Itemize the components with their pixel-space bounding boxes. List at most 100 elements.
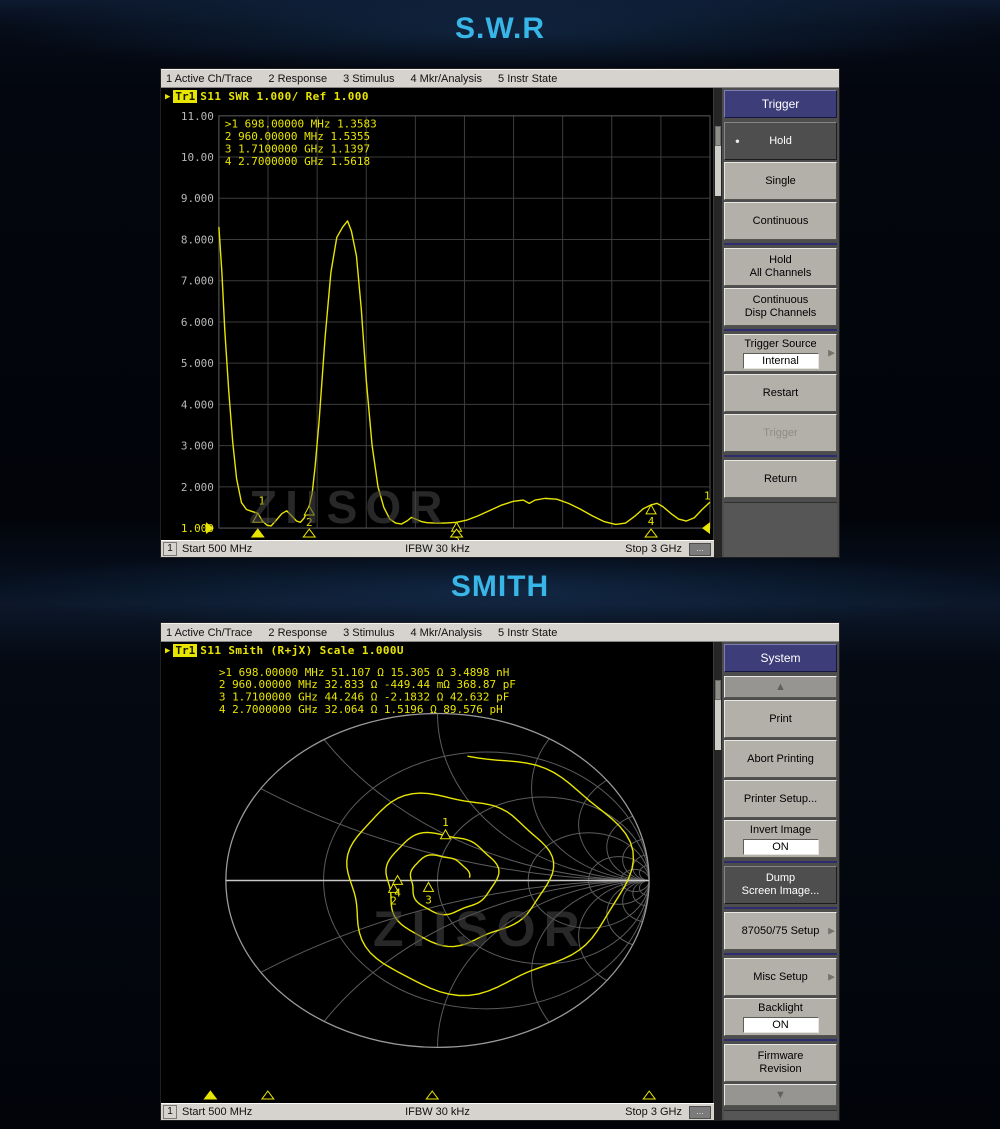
swr-status-bar: 1 Start 500 MHz IFBW 30 kHz Stop 3 GHz .… bbox=[161, 540, 714, 557]
softkey-restart[interactable]: Restart bbox=[724, 374, 837, 412]
softkey-label: 87050/75 Setup bbox=[741, 924, 820, 937]
smith-panel-scrollbar bbox=[714, 642, 722, 1120]
softkey-label: Hold bbox=[769, 134, 792, 147]
ifbw-label: IFBW 30 kHz bbox=[405, 1106, 470, 1118]
softkey-return[interactable]: Return bbox=[724, 460, 837, 498]
scrollbar-thumb[interactable] bbox=[715, 126, 721, 146]
y-axis-tick: 4.000 bbox=[181, 398, 214, 411]
marker-readout-row: 3 1.7100000 GHz 1.1397 bbox=[225, 143, 370, 156]
trigger-panel-header: Trigger bbox=[724, 90, 837, 118]
marker-number-label: 1 bbox=[258, 494, 265, 507]
softkey-label: Single bbox=[765, 174, 796, 187]
scrollbar-thumb[interactable] bbox=[715, 680, 721, 700]
panel-separator bbox=[724, 1039, 837, 1041]
menu-mkr-analysis[interactable]: 4 Mkr/Analysis bbox=[402, 73, 490, 85]
softkey-continuous[interactable]: Continuous bbox=[724, 202, 837, 240]
softkey-continuous-disp-channels[interactable]: Continuous Disp Channels bbox=[724, 288, 837, 326]
softkey-label: Return bbox=[763, 472, 798, 485]
smith-status-bar: 1 Start 500 MHz IFBW 30 kHz Stop 3 GHz .… bbox=[161, 1103, 714, 1120]
y-axis-tick: 7.000 bbox=[181, 275, 214, 288]
softkey-trigger-source[interactable]: Trigger Source Internal ▶ bbox=[724, 334, 837, 372]
menu-active-ch-trace[interactable]: 1 Active Ch/Trace bbox=[161, 627, 260, 639]
menu-stimulus[interactable]: 3 Stimulus bbox=[335, 627, 402, 639]
panel-separator bbox=[724, 243, 837, 245]
panel-bottom-fill bbox=[724, 502, 837, 557]
submenu-arrow-icon: ▶ bbox=[828, 971, 835, 982]
softkey-label: Restart bbox=[762, 386, 799, 399]
scroll-down-button[interactable]: ▼ bbox=[724, 1084, 837, 1106]
menu-mkr-analysis[interactable]: 4 Mkr/Analysis bbox=[402, 627, 490, 639]
softkey-trigger[interactable]: Trigger bbox=[724, 414, 837, 452]
scroll-up-button[interactable]: ▲ bbox=[724, 676, 837, 698]
marker-number-label: 3 bbox=[425, 893, 432, 906]
softkey-dump-screen-image[interactable]: Dump Screen Image... bbox=[724, 866, 837, 904]
softkey-value-inset: Internal bbox=[742, 352, 819, 369]
panel-bottom-fill bbox=[724, 1110, 837, 1120]
panel-separator bbox=[724, 329, 837, 331]
softkey-label: Backlight bbox=[758, 1001, 803, 1014]
marker-number-label: 4 bbox=[648, 515, 655, 528]
active-trace-arrow-icon: ▶ bbox=[165, 91, 171, 102]
softkey-hold[interactable]: Hold ● bbox=[724, 122, 837, 160]
softkey-label: Invert Image bbox=[749, 823, 812, 836]
softkey-value-inset: ON bbox=[742, 1016, 819, 1033]
softkey-label: Continuous bbox=[752, 214, 809, 227]
marker-readout-row: >1 698.00000 MHz 51.107 Ω 15.305 Ω 3.489… bbox=[219, 666, 509, 679]
down-arrow-icon: ▼ bbox=[775, 1088, 786, 1101]
axis-marker-1[interactable] bbox=[250, 528, 265, 538]
axis-marker-4[interactable] bbox=[642, 1090, 657, 1100]
system-softkey-panel: System ▲ Print Abort Printing Printer Setup… bbox=[722, 642, 839, 1120]
menu-response[interactable]: 2 Response bbox=[260, 73, 335, 85]
softkey-label: Trigger Source bbox=[744, 337, 817, 350]
softkey-single[interactable]: Single bbox=[724, 162, 837, 200]
trace-edge-number: 1 bbox=[704, 489, 711, 502]
axis-marker-1[interactable] bbox=[203, 1090, 218, 1100]
trigger-softkey-panel: Trigger Hold ● Single Continuous Hold All Ch… bbox=[722, 88, 839, 557]
softkey-misc-setup[interactable]: Misc Setup ▶ bbox=[724, 958, 837, 996]
y-axis-tick: 9.000 bbox=[181, 192, 214, 205]
softkey-87050-75-setup[interactable]: 87050/75 Setup ▶ bbox=[724, 912, 837, 950]
softkey-backlight[interactable]: Backlight ON bbox=[724, 998, 837, 1036]
trace-marker-2 bbox=[303, 504, 316, 516]
smith-chart-svg: 12 34>1 698.00000 MHz 51.107 Ω 15.305 Ω 3… bbox=[203, 666, 657, 1100]
softkey-abort-printing[interactable]: Abort Printing bbox=[724, 740, 837, 778]
menu-response[interactable]: 2 Response bbox=[260, 627, 335, 639]
axis-marker-4[interactable] bbox=[644, 528, 659, 538]
softkey-invert-image[interactable]: Invert Image ON bbox=[724, 820, 837, 858]
swr-chart-svg: 11.00 10.00 9.000 8.000 7.000 6.000 5.000 4.000… bbox=[181, 110, 711, 540]
active-trace-arrow-icon: ▶ bbox=[165, 645, 171, 656]
axis-marker-3[interactable] bbox=[425, 1090, 440, 1100]
softkey-label: Continuous Disp Channels bbox=[744, 294, 817, 319]
softkey-label: Misc Setup bbox=[753, 970, 808, 983]
smith-menubar: 1 Active Ch/Trace 2 Response 3 Stimulus … bbox=[161, 623, 839, 642]
softkey-firmware-revision[interactable]: Firmware Revision bbox=[724, 1044, 837, 1082]
panel-separator bbox=[724, 455, 837, 457]
y-axis-tick: 8.000 bbox=[181, 233, 214, 246]
menu-stimulus[interactable]: 3 Stimulus bbox=[335, 73, 402, 85]
softkey-hold-all-channels[interactable]: Hold All Channels bbox=[724, 248, 837, 286]
softkey-label: Firmware Revision bbox=[757, 1050, 804, 1075]
marker-readout-row: 4 2.7000000 GHz 1.5618 bbox=[225, 155, 370, 168]
axis-marker-2[interactable] bbox=[260, 1090, 275, 1100]
softkey-print[interactable]: Print bbox=[724, 700, 837, 738]
softkey-printer-setup[interactable]: Printer Setup... bbox=[724, 780, 837, 818]
swr-panel-scrollbar bbox=[714, 88, 722, 557]
axis-marker-2[interactable] bbox=[302, 528, 317, 538]
swr-analyzer-screen: 1 Active Ch/Trace 2 Response 3 Stimulus … bbox=[160, 68, 840, 558]
menu-active-ch-trace[interactable]: 1 Active Ch/Trace bbox=[161, 73, 260, 85]
menu-instr-state[interactable]: 5 Instr State bbox=[490, 73, 565, 85]
y-axis-tick: 3.000 bbox=[181, 440, 214, 453]
y-axis-tick: 5.000 bbox=[181, 357, 214, 370]
up-arrow-icon: ▲ bbox=[775, 680, 786, 693]
swr-plot-area: ▶ Tr1 S11 SWR 1.000/ Ref 1.000 11.00 10.0… bbox=[161, 88, 714, 540]
softkey-label: Printer Setup... bbox=[743, 792, 818, 805]
trace-format-text: S11 SWR 1.000/ Ref 1.000 bbox=[200, 90, 369, 103]
y-axis-tick: 10.00 bbox=[181, 151, 214, 164]
y-axis-tick: 6.000 bbox=[181, 316, 214, 329]
menu-instr-state[interactable]: 5 Instr State bbox=[490, 627, 565, 639]
submenu-arrow-icon: ▶ bbox=[828, 925, 835, 936]
smith-plot-area: ▶ Tr1 S11 Smith (R+jX) Scale 1.000U 1234… bbox=[161, 642, 714, 1103]
swr-trace-label: ▶ Tr1 S11 SWR 1.000/ Ref 1.000 bbox=[165, 90, 369, 103]
swr-section-title: S.W.R bbox=[454, 12, 545, 45]
panel-separator bbox=[724, 953, 837, 955]
